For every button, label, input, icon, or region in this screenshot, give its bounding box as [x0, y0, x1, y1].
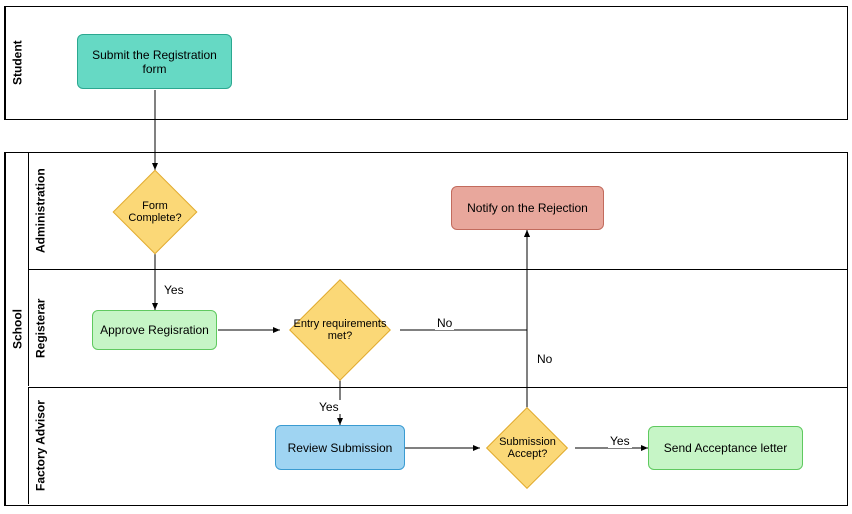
node-send-accept: Send Acceptance letter: [648, 426, 803, 470]
label-yes2: Yes: [317, 400, 341, 414]
lane-text-registerar: Registerar: [34, 298, 48, 357]
lane-label-student: Student: [5, 7, 29, 119]
lane-label-administration: Administration: [28, 153, 52, 269]
node-review: Review Submission: [275, 425, 405, 470]
node-form-complete: Form Complete?: [113, 170, 197, 254]
node-review-text: Review Submission: [288, 441, 393, 455]
label-yes1: Yes: [162, 283, 186, 297]
node-notify-reject: Notify on the Rejection: [451, 186, 604, 230]
node-submit: Submit the Registration form: [77, 34, 232, 89]
label-yes3: Yes: [608, 434, 632, 448]
lane-text-factory-advisor: Factory Advisor: [34, 401, 48, 492]
node-sub-accept-text: Submission Accept?: [488, 436, 567, 460]
label-no2: No: [535, 352, 554, 366]
node-notify-reject-text: Notify on the Rejection: [467, 201, 588, 215]
lane-label-factory-advisor: Factory Advisor: [28, 388, 52, 504]
node-entry-req: Entry requirements met?: [280, 287, 400, 373]
node-sub-accept: Submission Accept?: [480, 410, 575, 486]
lane-text-student: Student: [11, 41, 25, 86]
lane-text-administration: Administration: [34, 169, 48, 254]
node-approve-text: Approve Regisration: [100, 323, 209, 337]
lane-label-registerar: Registerar: [28, 270, 52, 386]
node-approve: Approve Regisration: [92, 310, 217, 350]
node-submit-text: Submit the Registration form: [82, 48, 227, 76]
lane-label-school: School: [5, 153, 29, 505]
node-send-accept-text: Send Acceptance letter: [664, 441, 787, 455]
node-entry-req-text: Entry requirements met?: [288, 318, 392, 342]
label-no1: No: [435, 316, 454, 330]
node-form-complete-text: Form Complete?: [121, 200, 189, 224]
lane-text-school: School: [11, 309, 25, 349]
